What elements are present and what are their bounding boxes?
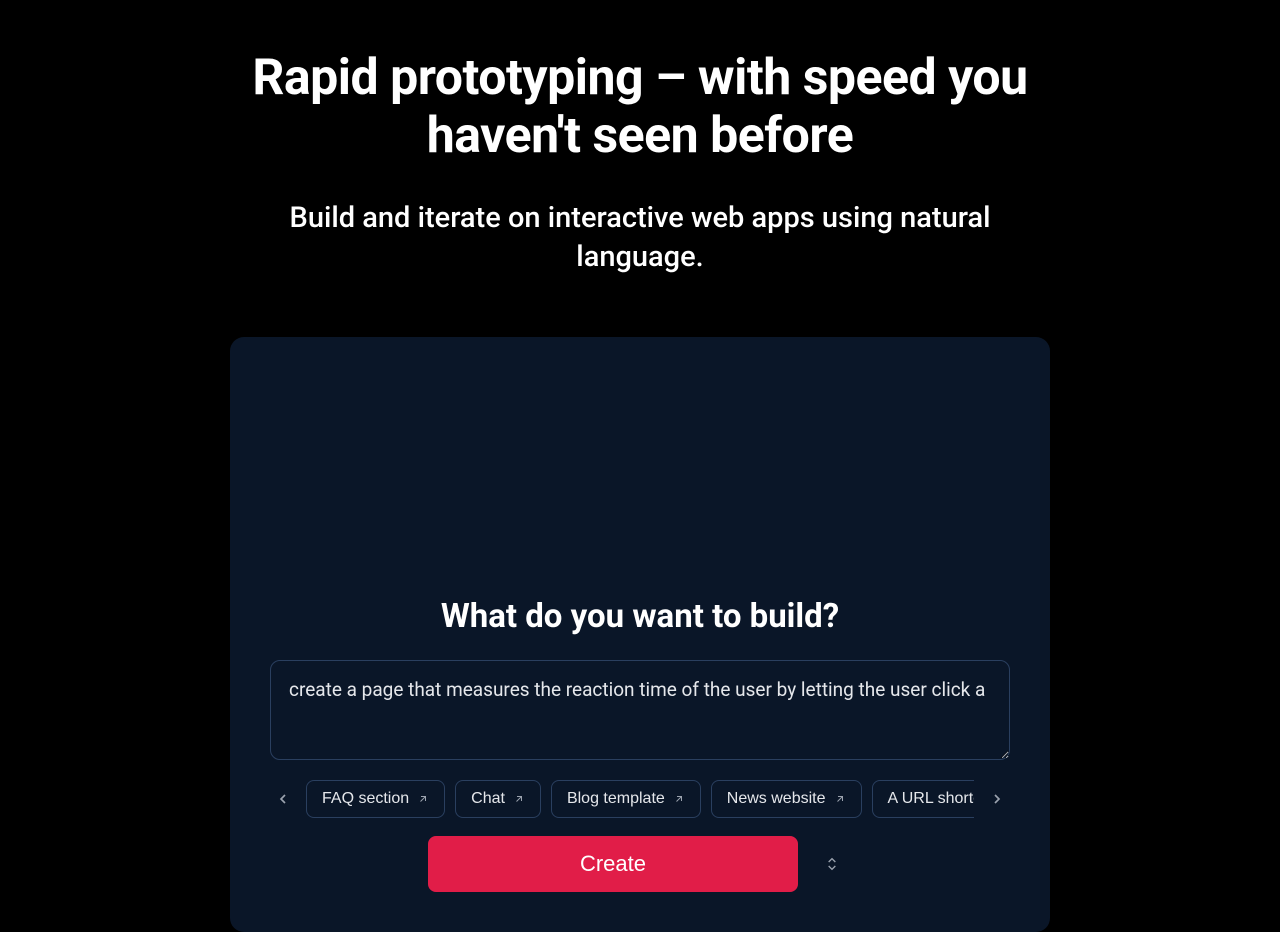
create-button-label: Create <box>580 851 646 877</box>
prompt-heading: What do you want to build? <box>270 597 1010 636</box>
chip-news-website[interactable]: News website <box>711 780 862 818</box>
chip-label: FAQ section <box>322 790 409 808</box>
chips-next-button[interactable] <box>984 786 1010 812</box>
arrow-up-right-icon <box>834 793 846 805</box>
chevrons-up-down-icon <box>824 856 840 872</box>
chip-blog-template[interactable]: Blog template <box>551 780 701 818</box>
chip-label: A URL shortener <box>888 790 975 808</box>
chips-prev-button[interactable] <box>270 786 296 812</box>
chip-label: Blog template <box>567 790 665 808</box>
chip-chat[interactable]: Chat <box>455 780 541 818</box>
create-button[interactable]: Create <box>428 836 798 892</box>
chevron-right-icon <box>989 791 1005 807</box>
suggestion-chips-row: FAQ section Chat Blog template News webs… <box>270 780 1010 818</box>
hero-title: Rapid prototyping – with speed you haven… <box>230 50 1050 165</box>
create-options-button[interactable] <box>812 836 852 892</box>
prompt-input[interactable] <box>270 660 1010 760</box>
arrow-up-right-icon <box>673 793 685 805</box>
builder-card: What do you want to build? FAQ section C… <box>230 337 1050 932</box>
arrow-up-right-icon <box>417 793 429 805</box>
chevron-left-icon <box>275 791 291 807</box>
chips-scroll-container: FAQ section Chat Blog template News webs… <box>306 780 974 818</box>
chip-url-shortener[interactable]: A URL shortener <box>872 780 975 818</box>
chip-label: News website <box>727 790 826 808</box>
arrow-up-right-icon <box>513 793 525 805</box>
create-row: Create <box>270 836 1010 892</box>
hero-subtitle: Build and iterate on interactive web app… <box>260 199 1020 277</box>
chip-label: Chat <box>471 790 505 808</box>
chip-faq-section[interactable]: FAQ section <box>306 780 445 818</box>
